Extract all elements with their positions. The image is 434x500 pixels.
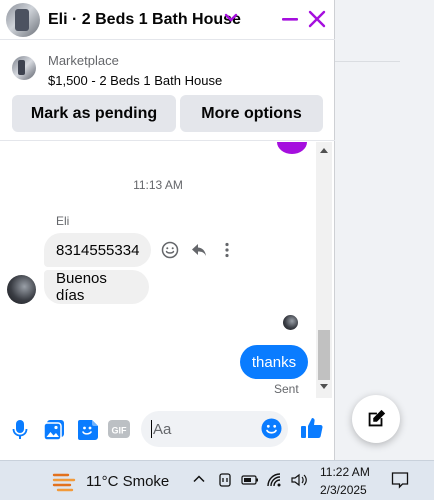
svg-text:GIF: GIF <box>112 426 128 436</box>
speaker-icon[interactable] <box>290 472 308 488</box>
microphone-icon[interactable] <box>12 419 28 441</box>
sticker-icon[interactable] <box>77 419 99 441</box>
scroll-thumb[interactable] <box>318 330 330 380</box>
listing-thumbnail[interactable] <box>12 56 36 80</box>
listing-title[interactable]: $1,500 - 2 Beds 1 Bath House <box>48 73 222 88</box>
message-composer: GIF <box>0 398 335 460</box>
mark-as-pending-button[interactable]: Mark as pending <box>12 95 176 132</box>
weather-smoke-icon[interactable] <box>52 469 78 493</box>
message-input-box[interactable] <box>141 411 288 447</box>
incoming-message[interactable]: Buenos días <box>44 270 149 304</box>
scroll-up-arrow[interactable] <box>320 148 328 153</box>
compose-icon <box>368 409 386 427</box>
text-caret <box>151 420 152 438</box>
close-icon[interactable] <box>307 9 327 29</box>
more-options-button[interactable]: More options <box>180 95 323 132</box>
message-input[interactable] <box>153 411 263 447</box>
contact-avatar[interactable] <box>6 3 40 37</box>
outgoing-message[interactable]: thanks <box>240 345 308 379</box>
chat-title[interactable]: Eli · 2 Beds 1 Bath House <box>48 11 241 29</box>
chat-window: Eli · 2 Beds 1 Bath House Marketplace $1… <box>0 0 335 460</box>
incoming-message[interactable]: 8314555334 <box>44 233 151 267</box>
sender-name: Eli <box>56 214 70 228</box>
scroll-down-arrow[interactable] <box>320 384 328 389</box>
chevron-down-icon[interactable] <box>223 10 239 26</box>
copilot-tray-icon[interactable] <box>217 472 233 488</box>
minimize-icon[interactable] <box>281 10 299 28</box>
windows-taskbar: 11°C Smoke 11:22 AM 2/3/2025 <box>0 460 434 500</box>
wifi-icon[interactable] <box>266 472 284 488</box>
emoji-icon[interactable] <box>261 418 282 439</box>
marketplace-banner: Marketplace $1,500 - 2 Beds 1 Bath House… <box>0 41 335 141</box>
message-status: Sent <box>274 382 299 396</box>
previous-message-bubble <box>277 142 307 154</box>
message-timestamp: 11:13 AM <box>133 178 183 192</box>
new-message-button[interactable] <box>352 395 400 443</box>
weather-text[interactable]: 11°C Smoke <box>86 473 169 490</box>
thread-scrollbar[interactable] <box>316 142 332 398</box>
background-divider <box>335 61 400 62</box>
read-receipt-avatar <box>283 315 298 330</box>
gif-icon[interactable]: GIF <box>108 419 130 439</box>
react-emoji-icon[interactable] <box>161 241 179 259</box>
thumbs-up-icon[interactable] <box>300 416 324 440</box>
chevron-up-icon[interactable] <box>192 472 206 486</box>
clock-date[interactable]: 2/3/2025 <box>320 483 367 497</box>
sender-avatar[interactable] <box>7 275 36 304</box>
marketplace-label: Marketplace <box>48 53 119 68</box>
chat-header: Eli · 2 Beds 1 Bath House <box>0 0 335 40</box>
clock-time[interactable]: 11:22 AM <box>320 465 370 479</box>
photo-icon[interactable] <box>43 419 65 441</box>
background-page <box>335 0 434 460</box>
battery-icon[interactable] <box>241 472 259 488</box>
message-thread[interactable]: 11:13 AM Eli 8314555334 Buenos días than… <box>0 142 335 398</box>
more-actions-icon[interactable] <box>222 241 232 259</box>
notification-icon[interactable] <box>391 471 409 489</box>
reply-icon[interactable] <box>190 241 208 259</box>
